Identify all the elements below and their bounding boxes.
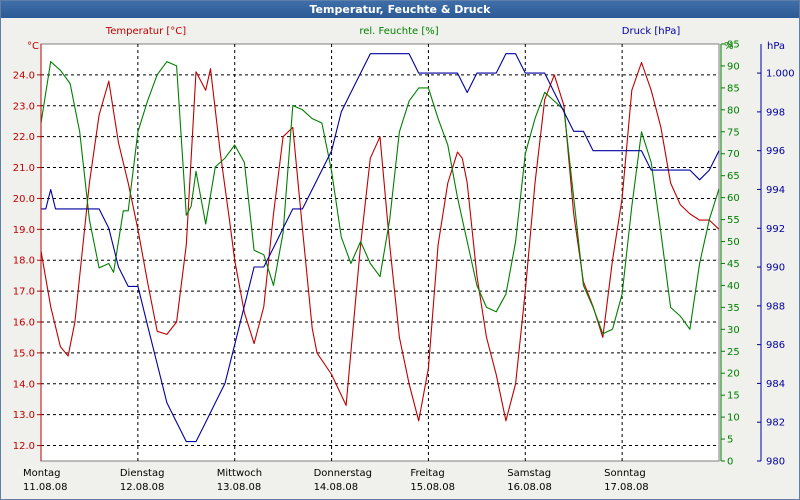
day-label: Sonntag (604, 468, 646, 479)
date-label: 15.08.08 (410, 482, 455, 493)
day-label: Montag (23, 468, 60, 479)
hum-tick-label: 85 (727, 83, 740, 94)
hum-tick-label: 55 (727, 215, 740, 226)
temp-tick-label: 16.0 (13, 318, 35, 329)
weather-chart: Montag 11.08.08 Dienstag 12.08.08 Mittwoch 13… (13, 26, 795, 493)
press-tick-label: 988 (766, 301, 785, 312)
temp-tick-label: 22.0 (13, 132, 35, 143)
press-tick-label: 986 (766, 340, 785, 351)
press-tick-label: 990 (766, 263, 785, 274)
hum-tick-label: 75 (727, 127, 740, 138)
temp-tick-label: 20.0 (13, 194, 35, 205)
hum-tick-label: 20 (727, 369, 740, 380)
temp-tick-label: 15.0 (13, 348, 35, 359)
day-label: Freitag (410, 468, 444, 479)
hum-tick-label: 25 (727, 347, 740, 358)
hum-tick-label: 15 (727, 391, 740, 402)
date-label: 12.08.08 (120, 482, 165, 493)
hum-tick-label: 65 (727, 171, 740, 182)
press-tick-label: 998 (766, 107, 785, 118)
temp-tick-label: 21.0 (13, 163, 35, 174)
window-title: Temperatur, Feuchte & Druck (1, 1, 799, 18)
hum-tick-label: 35 (727, 303, 740, 314)
temp-tick-label: 23.0 (13, 101, 35, 112)
temp-tick-label: 19.0 (13, 225, 35, 236)
press-tick-label: 984 (766, 379, 785, 390)
hum-tick-label: 30 (727, 325, 740, 336)
chart-window: Temperatur, Feuchte & Druck Montag 11.08.… (0, 0, 800, 500)
hum-tick-label: 70 (727, 149, 740, 160)
hum-tick-label: 40 (727, 281, 740, 292)
day-label: Samstag (507, 468, 551, 479)
press-tick-label: 996 (766, 146, 785, 157)
temp-tick-label: 13.0 (13, 410, 35, 421)
temp-tick-label: 18.0 (13, 256, 35, 267)
hum-tick-label: 90 (727, 61, 740, 72)
hum-unit: % (724, 41, 734, 52)
day-label: Donnerstag (314, 468, 372, 479)
press-tick-label: 1.000 (766, 69, 795, 80)
temp-unit: °C (27, 41, 39, 52)
date-label: 17.08.08 (604, 482, 649, 493)
press-axis-label: Druck [hPa] (622, 26, 681, 37)
temp-tick-label: 12.0 (13, 441, 35, 452)
date-label: 14.08.08 (314, 482, 359, 493)
press-tick-label: 982 (766, 418, 785, 429)
date-label: 11.08.08 (23, 482, 68, 493)
hum-tick-label: 5 (727, 435, 733, 446)
press-tick-label: 994 (766, 185, 785, 196)
hum-tick-label: 0 (727, 457, 733, 468)
hum-tick-label: 50 (727, 237, 740, 248)
hum-tick-label: 45 (727, 259, 740, 270)
press-unit: hPa (767, 41, 785, 52)
date-label: 13.08.08 (217, 482, 262, 493)
day-label: Dienstag (120, 468, 165, 479)
day-label: Mittwoch (217, 468, 262, 479)
press-tick-label: 992 (766, 224, 785, 235)
temp-tick-label: 24.0 (13, 70, 35, 81)
hum-tick-label: 10 (727, 413, 740, 424)
temp-tick-label: 17.0 (13, 287, 35, 298)
hum-axis-label: rel. Feuchte [%] (359, 26, 438, 37)
hum-tick-label: 80 (727, 105, 740, 116)
hum-tick-label: 60 (727, 193, 740, 204)
date-label: 16.08.08 (507, 482, 552, 493)
press-tick-label: 980 (766, 457, 785, 468)
temp-tick-label: 14.0 (13, 379, 35, 390)
temp-axis-label: Temperatur [°C] (105, 26, 186, 37)
